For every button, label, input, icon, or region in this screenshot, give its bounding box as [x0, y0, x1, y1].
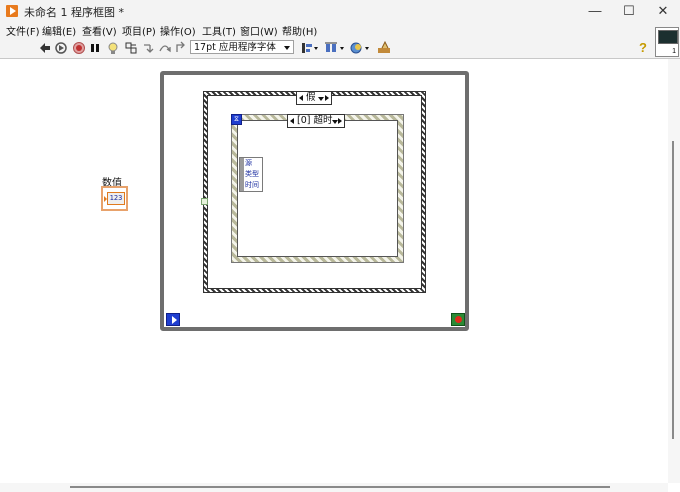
- vi-icon-number: 1: [672, 48, 676, 55]
- chevron-down-icon: [284, 46, 290, 50]
- step-out-icon[interactable]: [174, 41, 188, 55]
- menu-operate[interactable]: 操作(O): [160, 23, 196, 38]
- increment-arrow-icon[interactable]: [338, 118, 342, 124]
- event-data-node[interactable]: 源 类型 时间: [239, 157, 263, 192]
- decrement-arrow-icon[interactable]: [299, 95, 303, 101]
- cleanup-diagram-icon[interactable]: [376, 41, 394, 55]
- loop-condition-terminal[interactable]: [451, 313, 465, 326]
- retain-wire-values-icon[interactable]: [124, 41, 138, 55]
- event-data-type[interactable]: 类型: [245, 170, 259, 179]
- case-selector-label: 假: [306, 92, 316, 103]
- numeric-type-indicator: 123: [107, 192, 125, 205]
- event-data-node-bar: [240, 158, 244, 191]
- menu-view[interactable]: 查看(V): [82, 23, 117, 38]
- abort-execution-icon[interactable]: [72, 41, 86, 55]
- event-selector[interactable]: [0] 超时: [287, 114, 345, 128]
- event-data-time[interactable]: 时间: [245, 181, 259, 190]
- iteration-terminal[interactable]: [166, 313, 180, 326]
- vertical-scrollbar[interactable]: [668, 59, 680, 483]
- distribute-objects-icon[interactable]: [324, 41, 346, 55]
- case-selector[interactable]: 假: [296, 91, 332, 105]
- horizontal-scrollbar[interactable]: [0, 483, 668, 492]
- vertical-scrollbar-thumb[interactable]: [672, 141, 674, 439]
- horizontal-scrollbar-thumb[interactable]: [70, 486, 610, 488]
- connector-pane-icon[interactable]: 1: [655, 27, 679, 57]
- timeout-terminal[interactable]: ⧖: [231, 114, 242, 125]
- numeric-control-terminal[interactable]: 123: [101, 186, 128, 211]
- run-arrow-icon[interactable]: [38, 41, 52, 55]
- labview-icon: [6, 5, 18, 17]
- close-button[interactable]: ✕: [650, 3, 676, 19]
- run-continuously-icon[interactable]: [54, 41, 68, 55]
- vi-icon-screen: [658, 30, 678, 44]
- tunnel[interactable]: [201, 198, 208, 205]
- labview-block-diagram-window: 未命名 1 程序框图 * — ☐ ✕ 文件(F) 编辑(E) 查看(V) 项目(…: [0, 0, 680, 492]
- step-over-icon[interactable]: [158, 41, 172, 55]
- minimize-button[interactable]: —: [582, 3, 608, 19]
- decrement-arrow-icon[interactable]: [290, 118, 294, 124]
- menu-window[interactable]: 窗口(W): [240, 23, 278, 38]
- maximize-button[interactable]: ☐: [616, 3, 642, 19]
- font-select-value: 17pt 应用程序字体: [194, 42, 276, 53]
- increment-arrow-icon[interactable]: [325, 95, 329, 101]
- highlight-execution-icon[interactable]: [106, 41, 120, 55]
- menu-tools[interactable]: 工具(T): [202, 23, 236, 38]
- menu-file[interactable]: 文件(F): [6, 23, 40, 38]
- menu-bar: 文件(F) 编辑(E) 查看(V) 项目(P) 操作(O) 工具(T) 窗口(W…: [0, 22, 680, 38]
- align-objects-icon[interactable]: [300, 41, 320, 55]
- font-select[interactable]: 17pt 应用程序字体: [190, 40, 294, 54]
- title-bar: 未命名 1 程序框图 * — ☐ ✕: [0, 0, 680, 22]
- event-data-source[interactable]: 源: [245, 159, 252, 168]
- menu-project[interactable]: 项目(P): [122, 23, 156, 38]
- event-selector-label: [0] 超时: [297, 115, 333, 126]
- menu-edit[interactable]: 编辑(E): [42, 23, 76, 38]
- window-title: 未命名 1 程序框图 *: [24, 6, 124, 19]
- reorder-icon[interactable]: [350, 41, 372, 55]
- chevron-down-icon[interactable]: [318, 97, 324, 101]
- toolbar: 17pt 应用程序字体 ?: [0, 38, 680, 59]
- pause-icon[interactable]: [88, 41, 102, 55]
- menu-help[interactable]: 帮助(H): [282, 23, 317, 38]
- step-into-icon[interactable]: [142, 41, 156, 55]
- context-help-icon[interactable]: ?: [639, 40, 647, 55]
